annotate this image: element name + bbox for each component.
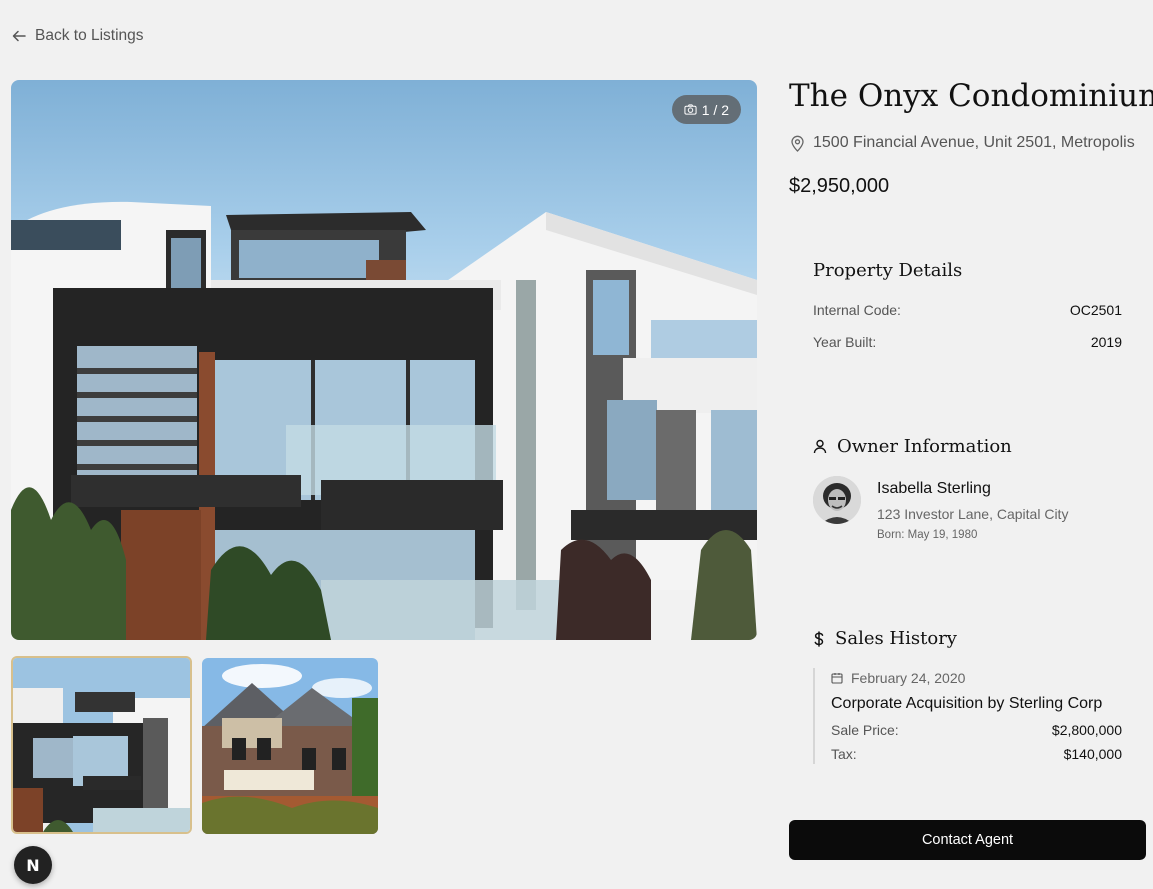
contact-agent-button[interactable]: Contact Agent	[789, 820, 1146, 860]
owner-information-heading: Owner Information	[813, 436, 1012, 457]
owner-birthdate: Born: May 19, 1980	[877, 529, 978, 541]
badge-letter: N	[26, 855, 40, 875]
sales-heading-text: Sales History	[835, 628, 957, 649]
property-title: The Onyx Condominium	[789, 78, 1153, 114]
property-address-text: 1500 Financial Avenue, Unit 2501, Metrop…	[813, 134, 1135, 151]
owner-heading-text: Owner Information	[837, 436, 1012, 457]
sale-price-value: $2,800,000	[1051, 722, 1122, 738]
detail-row-year-built: Year Built: 2019	[813, 334, 1122, 350]
sale-tax-label: Tax:	[831, 746, 857, 762]
property-address: 1500 Financial Avenue, Unit 2501, Metrop…	[790, 134, 1135, 152]
calendar-icon	[831, 673, 843, 684]
sale-price-row: Sale Price: $2,800,000	[831, 722, 1122, 738]
photo-counter-badge: 1 / 2	[671, 95, 741, 124]
arrow-left-icon	[12, 30, 26, 42]
owner-avatar	[813, 476, 861, 524]
map-pin-icon	[791, 135, 804, 152]
thumbnail-2[interactable]	[202, 658, 378, 834]
sale-date: February 24, 2020	[831, 670, 965, 686]
property-details-heading-text: Property Details	[813, 260, 963, 281]
thumbnail-1[interactable]	[11, 656, 192, 834]
property-price: $2,950,000	[789, 175, 890, 197]
main-property-photo[interactable]: 1 / 2	[11, 80, 757, 640]
detail-value: 2019	[1090, 334, 1122, 350]
sale-tax-row: Tax: $140,000	[831, 746, 1122, 762]
nextjs-dev-badge[interactable]: N	[14, 846, 52, 884]
camera-icon	[684, 104, 697, 115]
photo-counter-text: 1 / 2	[701, 101, 729, 118]
sale-date-text: February 24, 2020	[851, 670, 966, 686]
sales-history-heading: Sales History	[813, 628, 957, 649]
owner-address: 123 Investor Lane, Capital City	[877, 506, 1069, 522]
dollar-icon	[814, 630, 824, 647]
sale-price-label: Sale Price:	[831, 722, 899, 738]
back-to-listings-link[interactable]: Back to Listings	[12, 27, 144, 45]
detail-label: Year Built:	[813, 334, 877, 350]
back-link-label: Back to Listings	[35, 27, 144, 44]
owner-name: Isabella Sterling	[877, 480, 991, 497]
sale-title: Corporate Acquisition by Sterling Corp	[831, 695, 1103, 712]
detail-row-internal-code: Internal Code: OC2501	[813, 302, 1122, 318]
user-icon	[813, 439, 827, 454]
sale-tax-value: $140,000	[1063, 746, 1122, 762]
property-details-heading: Property Details	[813, 260, 962, 281]
detail-label: Internal Code:	[813, 302, 901, 318]
sale-entry-rule	[813, 668, 815, 764]
detail-value: OC2501	[1069, 302, 1122, 318]
